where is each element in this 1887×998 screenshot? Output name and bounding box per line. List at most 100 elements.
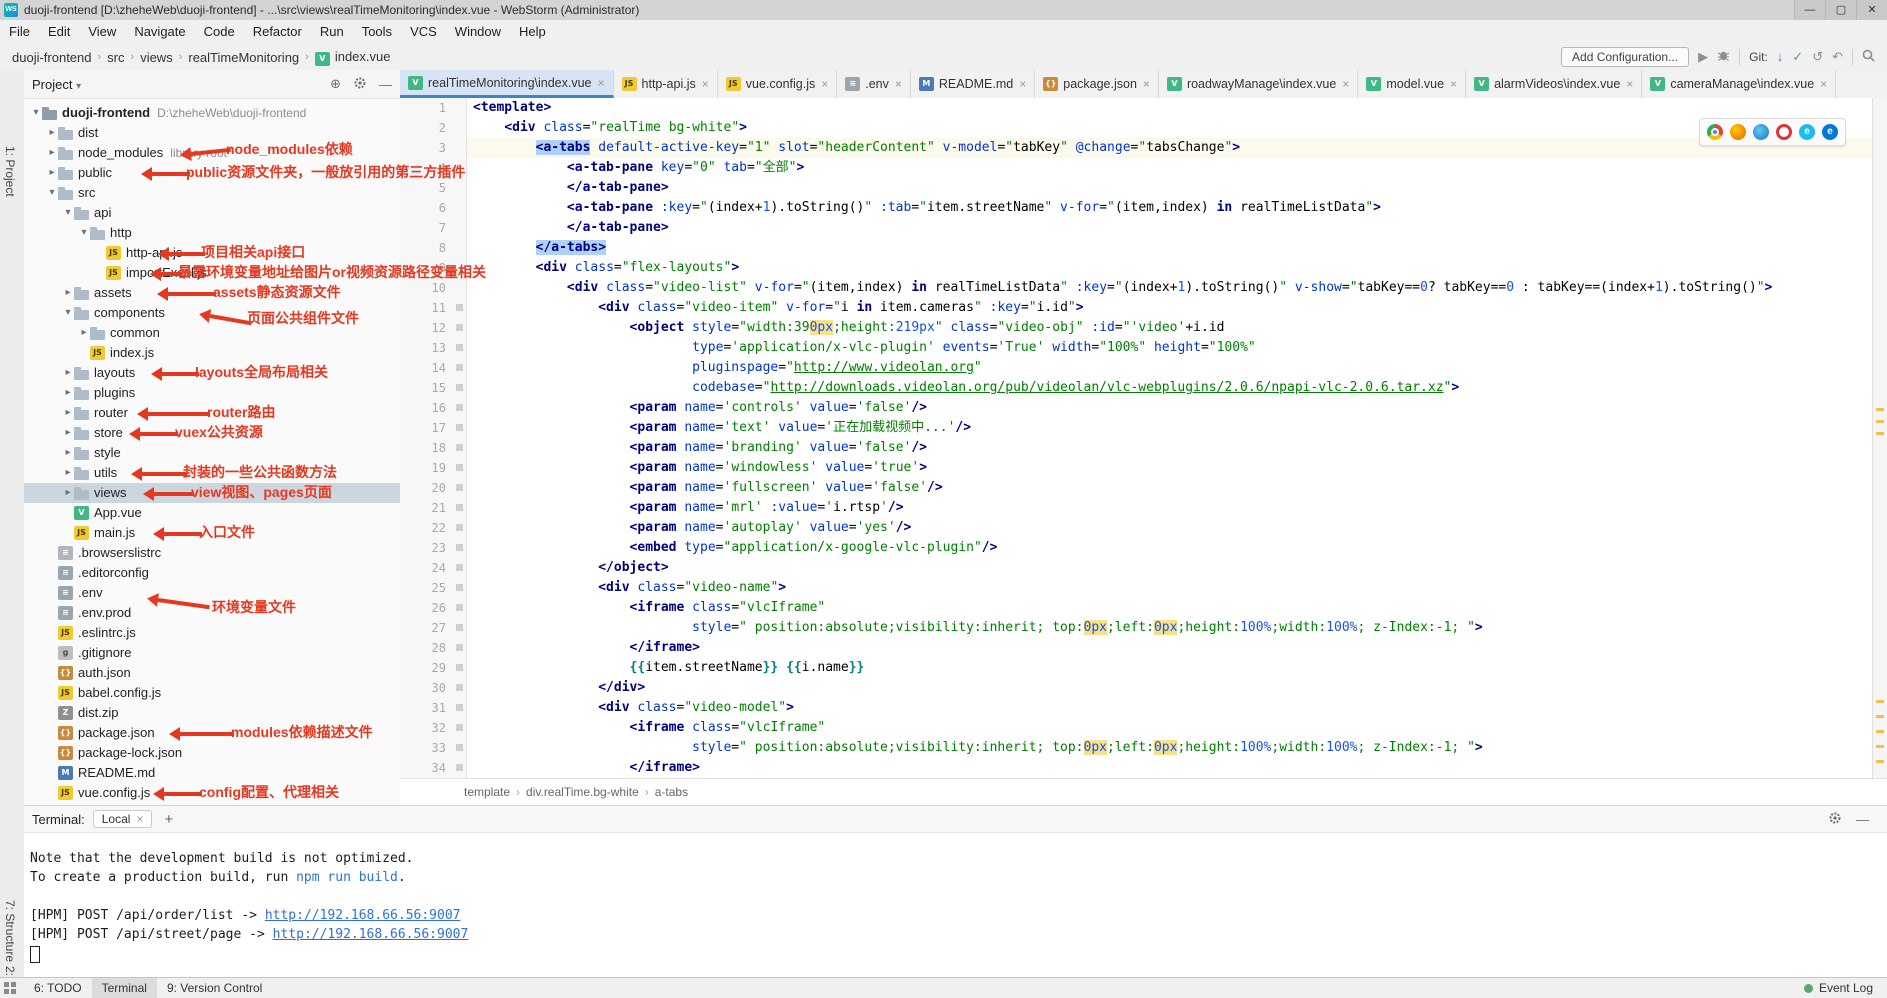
hide-panel-button[interactable]: — <box>379 77 392 92</box>
warning-stripe-mark[interactable] <box>1876 730 1884 733</box>
close-icon[interactable]: × <box>895 77 902 91</box>
close-icon[interactable]: × <box>598 76 605 90</box>
breadcrumb-item-realtimemonitoring[interactable]: realTimeMonitoring <box>186 50 301 65</box>
tree-item-assets[interactable]: ▸assets <box>24 283 400 303</box>
tree-item-env-prod[interactable]: ≡.env.prod <box>24 603 400 623</box>
code-text[interactable]: <iframe class="vlcIframe" <box>467 598 1873 618</box>
tool-window-button-7-structure[interactable]: 7: Structure <box>3 900 17 962</box>
code-text[interactable]: <a-tab-pane key="0" tab="全部"> <box>467 158 1873 178</box>
tree-item-babel-config-js[interactable]: JSbabel.config.js <box>24 683 400 703</box>
browser-icon-ie[interactable]: e <box>1799 124 1815 140</box>
terminal-settings-button[interactable] <box>1828 811 1842 828</box>
tree-item-views[interactable]: ▸views <box>24 483 400 503</box>
line-number[interactable]: 9 <box>400 258 454 278</box>
menu-view[interactable]: View <box>79 20 125 44</box>
breadcrumb-item-views[interactable]: views <box>138 50 175 65</box>
tree-item-app-vue[interactable]: VApp.vue <box>24 503 400 523</box>
terminal-link[interactable]: http://192.168.66.56:9007 <box>265 908 461 923</box>
code-text[interactable]: <param name='text' value='正在加载视频中...'/> <box>467 418 1873 438</box>
fold-marker[interactable] <box>454 538 467 558</box>
warning-stripe-mark[interactable] <box>1876 432 1884 435</box>
chevron-right-icon[interactable]: ▸ <box>46 143 58 163</box>
tool-window-button-1-project[interactable]: 1: Project <box>3 146 17 197</box>
chevron-right-icon[interactable]: ▸ <box>78 323 90 343</box>
close-icon[interactable]: × <box>1626 77 1633 91</box>
line-number[interactable]: 6 <box>400 198 454 218</box>
menu-run[interactable]: Run <box>311 20 353 44</box>
editor-tab-cameramanage-index-vue[interactable]: VcameraManage\index.vue× <box>1642 70 1836 98</box>
tree-item-layouts[interactable]: ▸layouts <box>24 363 400 383</box>
code-text[interactable]: </a-tab-pane> <box>467 218 1873 238</box>
editor-breadcrumb-a-tabs[interactable]: a-tabs <box>655 785 688 799</box>
editor-error-stripe[interactable] <box>1872 98 1887 778</box>
chevron-right-icon[interactable]: ▸ <box>46 123 58 143</box>
code-text[interactable]: <param name='mrl' :value='i.rtsp'/> <box>467 498 1873 518</box>
fold-marker[interactable] <box>454 478 467 498</box>
warning-stripe-mark[interactable] <box>1876 760 1884 763</box>
menu-vcs[interactable]: VCS <box>401 20 446 44</box>
line-number[interactable]: 19 <box>400 458 454 478</box>
chevron-right-icon[interactable]: ▸ <box>62 283 74 303</box>
editor-tab-http-api-js[interactable]: JShttp-api.js× <box>614 70 718 98</box>
editor-tab-model-vue[interactable]: Vmodel.vue× <box>1358 70 1466 98</box>
line-number[interactable]: 16 <box>400 398 454 418</box>
tree-item-env[interactable]: ≡.env <box>24 583 400 603</box>
tree-item-editorconfig[interactable]: ≡.editorconfig <box>24 563 400 583</box>
code-text[interactable]: <object style="width:390px;height:219px"… <box>467 318 1873 338</box>
fold-marker[interactable] <box>454 258 467 278</box>
debug-button[interactable] <box>1717 49 1730 66</box>
warning-stripe-mark[interactable] <box>1876 700 1884 703</box>
code-text[interactable]: <template> <box>467 98 1873 118</box>
line-number[interactable]: 17 <box>400 418 454 438</box>
fold-marker[interactable] <box>454 518 467 538</box>
tree-item-api[interactable]: ▾api <box>24 203 400 223</box>
git-update-button[interactable]: ↓ <box>1777 49 1784 65</box>
line-number[interactable]: 27 <box>400 618 454 638</box>
browser-icon-edge[interactable]: e <box>1822 124 1838 140</box>
tree-item-public[interactable]: ▸public <box>24 163 400 183</box>
code-text[interactable]: <param name='windowless' value='true'> <box>467 458 1873 478</box>
tree-item-dist-zip[interactable]: Zdist.zip <box>24 703 400 723</box>
fold-marker[interactable] <box>454 178 467 198</box>
chevron-right-icon[interactable]: ▸ <box>62 403 74 423</box>
menu-refactor[interactable]: Refactor <box>244 20 311 44</box>
fold-marker[interactable] <box>454 238 467 258</box>
fold-marker[interactable] <box>454 278 467 298</box>
code-text[interactable]: style=" position:absolute;visibility:inh… <box>467 618 1873 638</box>
browser-icon-chrome[interactable] <box>1707 124 1723 140</box>
fold-marker[interactable] <box>454 198 467 218</box>
code-text[interactable]: </iframe> <box>467 758 1873 778</box>
tree-item-src[interactable]: ▾src <box>24 183 400 203</box>
code-text[interactable]: <a-tab-pane :key="(index+1).toString()" … <box>467 198 1873 218</box>
editor-tab-roadwaymanage-index-vue[interactable]: VroadwayManage\index.vue× <box>1159 70 1358 98</box>
fold-marker[interactable] <box>454 598 467 618</box>
event-log-item[interactable]: Event Log <box>1819 981 1873 995</box>
fold-marker[interactable] <box>454 338 467 358</box>
browser-icon-opera[interactable] <box>1776 124 1792 140</box>
tree-item-index-js[interactable]: JSindex.js <box>24 343 400 363</box>
chevron-right-icon[interactable]: ▸ <box>62 443 74 463</box>
fold-marker[interactable] <box>454 658 467 678</box>
tree-item-eslintrc-js[interactable]: JS.eslintrc.js <box>24 623 400 643</box>
warning-stripe-mark[interactable] <box>1876 715 1884 718</box>
status-item-9-version-control[interactable]: 9: Version Control <box>157 978 272 998</box>
close-icon[interactable]: × <box>136 812 143 826</box>
tree-item-main-js[interactable]: JSmain.js <box>24 523 400 543</box>
tree-item-utils[interactable]: ▸utils <box>24 463 400 483</box>
tree-item-node-modules[interactable]: ▸node_moduleslibrary root <box>24 143 400 163</box>
fold-marker[interactable] <box>454 758 467 778</box>
breadcrumb-item-src[interactable]: src <box>105 50 126 65</box>
run-button[interactable]: ▶ <box>1698 49 1708 65</box>
chevron-right-icon[interactable]: ▸ <box>62 363 74 383</box>
line-number[interactable]: 10 <box>400 278 454 298</box>
line-number[interactable]: 15 <box>400 378 454 398</box>
fold-marker[interactable] <box>454 558 467 578</box>
tree-item-duoji-frontend[interactable]: ▾duoji-frontendD:\zheheWeb\duoji-fronten… <box>24 103 400 123</box>
code-text[interactable]: <div class="video-name"> <box>467 578 1873 598</box>
tree-item-router[interactable]: ▸router <box>24 403 400 423</box>
browser-icon-safari[interactable] <box>1753 124 1769 140</box>
line-number[interactable]: 26 <box>400 598 454 618</box>
fold-marker[interactable] <box>454 398 467 418</box>
chevron-down-icon[interactable]: ▾ <box>62 203 74 223</box>
line-number[interactable]: 8 <box>400 238 454 258</box>
